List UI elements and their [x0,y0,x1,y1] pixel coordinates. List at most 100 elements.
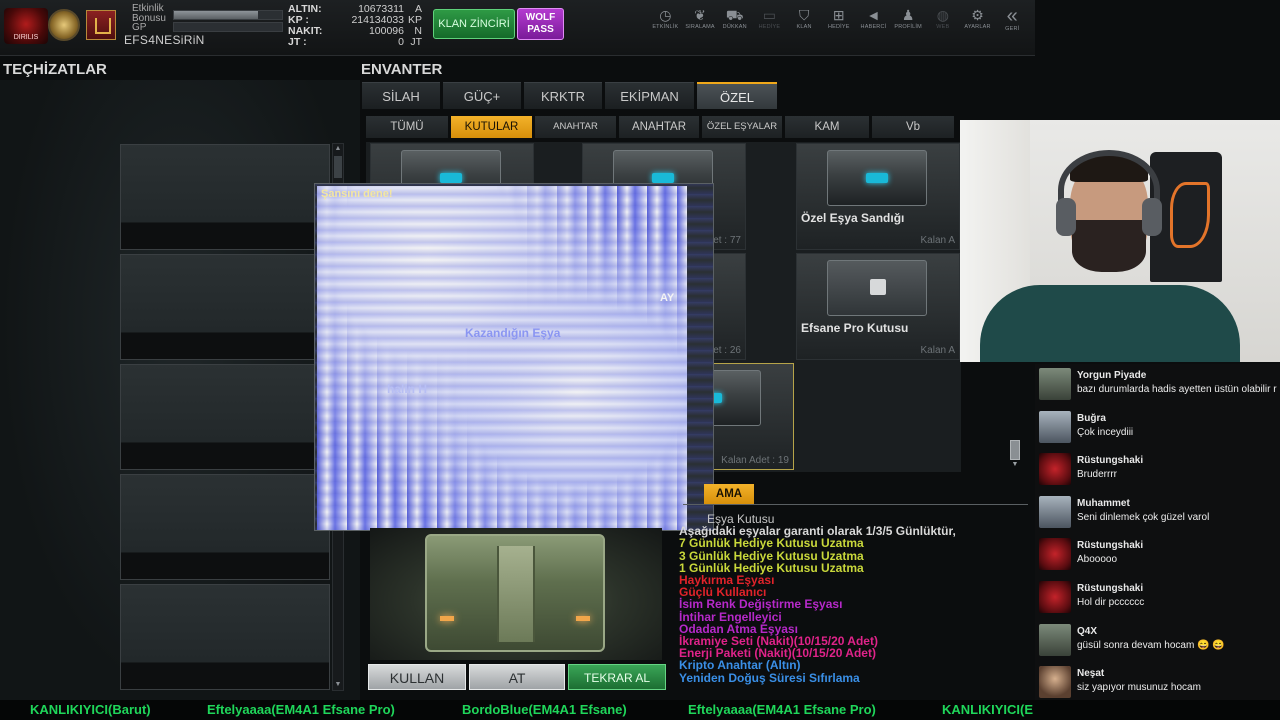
clock-icon: ◷ [659,7,672,23]
headphone-cup [1142,198,1162,236]
inventory-subtabs: TÜMÜ KUTULAR ANAHTAR KUTUSU ANAHTAR ÖZEL… [366,116,957,154]
player-name: EFS4NESiRiN [124,33,205,47]
rank-badge-icon[interactable] [86,10,116,40]
equipment-slot[interactable] [120,144,330,250]
item-preview [370,528,662,660]
chat-username: Rüstungshaki [1077,540,1144,552]
nav-messenger[interactable]: ◄ HABERCİ [856,7,891,34]
cart-icon: ⛟ [725,7,744,23]
gp-bar [173,22,283,32]
shield-icon: ⛉ [798,7,810,23]
inventory-item-card[interactable]: Özel Eşya Sandığı Kalan A [796,143,960,250]
ticker-item: BordoBlue(EM4A1 Efsane) [462,702,627,717]
chat-message: Rüstungshaki Bruderrrr [1035,449,1280,491]
nav-shop[interactable]: ⛟ DÜKKAN [717,7,752,34]
winners-ticker: KANLIKIYICI(Barut) Eftelyaaaa(EM4A1 Efsa… [0,700,1280,720]
chat-username: Neşat [1077,668,1105,680]
chat-username: Rüstungshaki [1077,583,1144,594]
subtab-cam[interactable]: KAM [785,116,869,138]
subtab-etc[interactable]: Vb [872,116,954,138]
description-line: İntihar Engelleyici [679,609,782,624]
avatar [1039,581,1071,613]
rebuy-button[interactable]: TEKRAR AL [568,664,666,690]
description-line: 7 Günlük Hediye Kutusu Uzatma [679,536,864,551]
nav-clan[interactable]: ⛉ KLAN [787,7,822,34]
tab-character[interactable]: KRKTR [524,82,602,109]
event-badge-icon[interactable] [48,9,80,41]
top-hud: DIRILIS Etkinlik Bonusu GP EFS4NESiRiN A… [0,0,1035,56]
subtab-boxes[interactable]: KUTULAR [451,116,532,138]
equipment-slot[interactable] [120,254,330,360]
tab-equipment[interactable]: EKİPMAN [605,82,694,109]
equipment-slot[interactable] [120,584,330,690]
tab-weapon[interactable]: SİLAH [362,82,440,109]
glitch-overlay [315,184,713,530]
gp-label: GP [132,22,147,33]
ticker-item: KANLIKIYICI(Barut) [30,702,151,717]
nav-web-disabled: ◍ WEB [926,7,961,34]
chat-text: Abooooo [1077,554,1118,566]
inventory-tabs: SİLAH GÜÇ+ KRKTR EKİPMAN ÖZEL [362,82,780,109]
avatar [1039,538,1071,571]
chat-text: Çok inceydiii [1077,426,1134,438]
avatar [1039,368,1071,400]
crate-image [827,260,927,316]
chat-text: Seni dinlemek çok güzel varol [1077,511,1210,523]
use-button[interactable]: KULLAN [368,664,466,690]
equipment-slot[interactable] [120,474,330,580]
inventory-title: ENVANTER [361,61,443,78]
chat-text: Bruderrrr [1077,469,1118,481]
chat-panel: Yorgun Piyade bazı durumlarda hadis ayett… [1035,364,1280,704]
back-icon: « [1006,5,1018,27]
equipment-slot[interactable] [120,364,330,470]
chat-message: Neşat siz yapıyor musunuz hocam [1035,662,1280,704]
clan-chain-button[interactable]: KLAN ZİNCİRİ [433,9,515,39]
subtab-all[interactable]: TÜMÜ [366,116,448,138]
inventory-scrollbar[interactable]: ▼ [1010,440,1020,472]
description-tab: AMA [704,484,754,504]
description-line: İsim Renk Değiştirme Eşyası [679,597,843,612]
chat-text: siz yapıyor musunuz hocam [1077,682,1201,694]
nav-profile[interactable]: ♟ PROFİLİM [891,7,926,34]
subtab-key-box[interactable]: ANAHTAR KUTUSU [535,116,616,154]
chat-text: bazı durumlarda hadis ayetten üstün olab… [1077,384,1277,395]
nav-gift[interactable]: ⊞ HEDİYE [821,7,856,34]
subtab-key[interactable]: ANAHTAR [619,116,699,138]
chat-username: Buğra [1077,412,1106,424]
nav-event[interactable]: ◷ ETKİNLİK [648,7,683,34]
chat-message: Rüstungshaki Abooooo [1035,534,1280,576]
ticker-item: Eftelyaaaa(EM4A1 Efsane Pro) [207,702,395,717]
web-icon: ◍ [936,7,949,23]
scroll-thumb[interactable] [334,156,342,178]
popup-sub-label: halin H [387,382,428,396]
tab-power[interactable]: GÜÇ+ [443,82,521,109]
nav-settings[interactable]: ⚙ AYARLAR [960,7,995,34]
resource-row: NAKIT: 100096 N [288,25,422,37]
ticker-item: Eftelyaaaa(EM4A1 Efsane Pro) [688,702,876,717]
gift-box-icon: ▭ [762,7,777,23]
drop-button[interactable]: AT [469,664,565,690]
tab-special[interactable]: ÖZEL [697,82,777,109]
resource-row: JT :0 JT [288,36,422,48]
wolf-pass-button[interactable]: WOLF PASS [517,8,564,40]
scroll-down-icon[interactable]: ▼ [333,680,343,690]
chat-message: Rüstungshaki Hol dir pcccccc [1035,577,1280,619]
chat-message: Q4X güsül sonra devam hocam 😄 😄 [1035,620,1280,662]
main-nav: ◷ ETKİNLİK ❦ SIRALAMA ⛟ DÜKKAN ▭ HEDİYE ⛉ KLA… [648,5,1030,34]
chat-username: Rüstungshaki [1077,455,1144,467]
popup-title: Şansını dene! [321,188,393,200]
popup-side-label: AY [660,292,675,304]
inventory-item-card[interactable]: Efsane Pro Kutusu Kalan A [796,253,960,360]
nav-back[interactable]: «GERİ [995,5,1030,34]
description-line: Yeniden Doğuş Süresi Sıfırlama [679,670,860,685]
scroll-thumb[interactable] [1010,440,1020,460]
subtab-special-items[interactable]: ÖZEL EŞYALAR [702,116,782,138]
nav-gift-disabled: ▭ HEDİYE [752,7,787,34]
scroll-down-icon[interactable]: ▼ [1010,460,1020,469]
chat-username: Yorgun Piyade [1077,370,1147,381]
event-bonus-bar [173,10,283,20]
scroll-up-icon[interactable]: ▲ [333,144,343,154]
nav-ranking[interactable]: ❦ SIRALAMA [683,7,718,34]
crate-light [440,616,454,621]
reward-popup: Şansını dene! Kazandığın Eşya halin H AY [314,183,714,531]
